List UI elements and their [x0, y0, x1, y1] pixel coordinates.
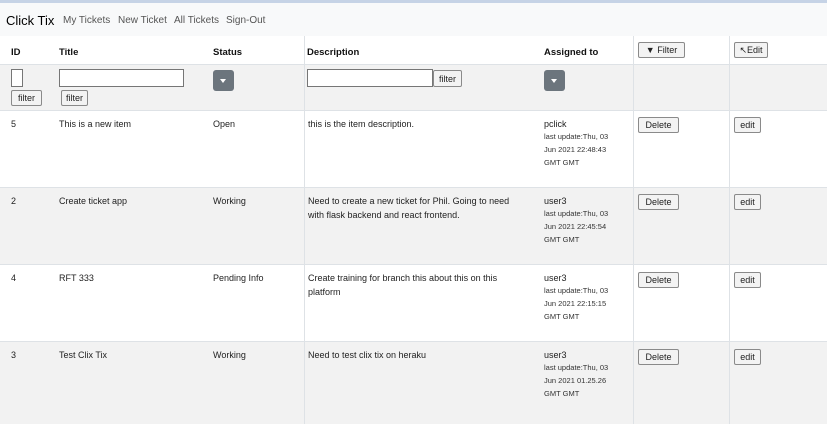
ticket-title: This is a new item: [59, 119, 132, 129]
ticket-assignee: user3: [544, 350, 567, 360]
column-header-id: ID: [11, 47, 21, 58]
ticket-last-update-date: Jun 2021 22:48:43: [544, 145, 607, 154]
top-navbar: Click Tix My Tickets New Ticket All Tick…: [0, 0, 827, 36]
divider: [0, 110, 827, 111]
title-filter-input[interactable]: [59, 69, 184, 87]
ticket-id: 3: [11, 350, 17, 360]
edit-button[interactable]: edit: [734, 272, 761, 288]
ticket-status: Open: [213, 119, 236, 129]
ticket-last-update-date: Jun 2021 22:45:54: [544, 222, 607, 231]
ticket-status: Working: [213, 196, 246, 206]
ticket-id: 4: [11, 273, 17, 283]
ticket-last-update: last update:Thu, 03: [544, 209, 609, 218]
edit-toggle-button[interactable]: ↖Edit: [734, 42, 768, 58]
ticket-description-line2: with flask backend and react frontend.: [308, 210, 460, 220]
id-filter-input[interactable]: [11, 69, 23, 87]
ticket-last-update-tz: GMT GMT: [544, 312, 580, 321]
app-brand[interactable]: Click Tix: [6, 13, 54, 28]
ticket-title: RFT 333: [59, 273, 94, 283]
ticket-last-update-tz: GMT GMT: [544, 158, 580, 167]
delete-button[interactable]: Delete: [638, 349, 679, 365]
ticket-title: Create ticket app: [59, 196, 128, 206]
ticket-title: Test Clix Tix: [59, 350, 108, 360]
ticket-description: Need to test clix tix on heraku: [308, 350, 427, 360]
description-filter-input[interactable]: [307, 69, 433, 87]
column-header-title: Title: [59, 47, 79, 58]
nav-all-tickets[interactable]: All Tickets: [174, 15, 219, 26]
edit-toggle-label: Edit: [747, 45, 763, 55]
nav-sign-out[interactable]: Sign-Out: [226, 15, 265, 26]
divider: [633, 36, 634, 424]
divider: [304, 36, 305, 424]
divider: [0, 264, 827, 265]
ticket-last-update: last update:Thu, 03: [544, 286, 609, 295]
delete-button[interactable]: Delete: [638, 117, 679, 133]
ticket-id: 5: [11, 119, 17, 129]
nav-new-ticket[interactable]: New Ticket: [118, 15, 167, 26]
ticket-last-update-date: Jun 2021 01.25.26: [544, 376, 607, 385]
ticket-id: 2: [11, 196, 17, 206]
ticket-assignee: pclick: [544, 119, 567, 129]
edit-button[interactable]: edit: [734, 194, 761, 210]
delete-button[interactable]: Delete: [638, 194, 679, 210]
ticket-description-line2: platform: [308, 287, 341, 297]
ticket-status: Pending Info: [213, 273, 264, 283]
status-filter-dropdown[interactable]: [213, 70, 234, 91]
nav-my-tickets[interactable]: My Tickets: [63, 15, 110, 26]
ticket-last-update: last update:Thu, 03: [544, 363, 609, 372]
cursor-icon: ↖: [739, 45, 748, 55]
ticket-assignee: user3: [544, 196, 567, 206]
divider: [729, 36, 730, 424]
divider: [0, 187, 827, 188]
assigned-filter-dropdown[interactable]: [544, 70, 565, 91]
delete-button[interactable]: Delete: [638, 272, 679, 288]
ticket-description: this is the item description.: [308, 119, 415, 129]
ticket-last-update: last update:Thu, 03: [544, 132, 609, 141]
ticket-last-update-date: Jun 2021 22:15:15: [544, 299, 607, 308]
ticket-last-update-tz: GMT GMT: [544, 235, 580, 244]
divider: [0, 341, 827, 342]
divider: [0, 64, 827, 65]
ticket-last-update-tz: GMT GMT: [544, 389, 580, 398]
column-header-status: Status: [213, 47, 243, 58]
column-header-assigned: Assigned to: [544, 47, 599, 58]
id-filter-button[interactable]: filter: [11, 90, 42, 106]
title-filter-button[interactable]: filter: [61, 90, 88, 106]
ticket-status: Working: [213, 350, 246, 360]
filter-funnel-icon: ▼: [645, 45, 655, 55]
ticket-description: Need to create a new ticket for Phil. Go…: [308, 196, 510, 206]
ticket-assignee: user3: [544, 273, 567, 283]
edit-button[interactable]: edit: [734, 349, 761, 365]
description-filter-button[interactable]: filter: [433, 70, 462, 87]
edit-button[interactable]: edit: [734, 117, 761, 133]
filter-toggle-label: Filter: [657, 45, 678, 55]
ticket-description: Create training for branch this about th…: [308, 273, 498, 283]
filter-toggle-button[interactable]: ▼ Filter: [638, 42, 685, 58]
column-header-description: Description: [307, 47, 360, 58]
